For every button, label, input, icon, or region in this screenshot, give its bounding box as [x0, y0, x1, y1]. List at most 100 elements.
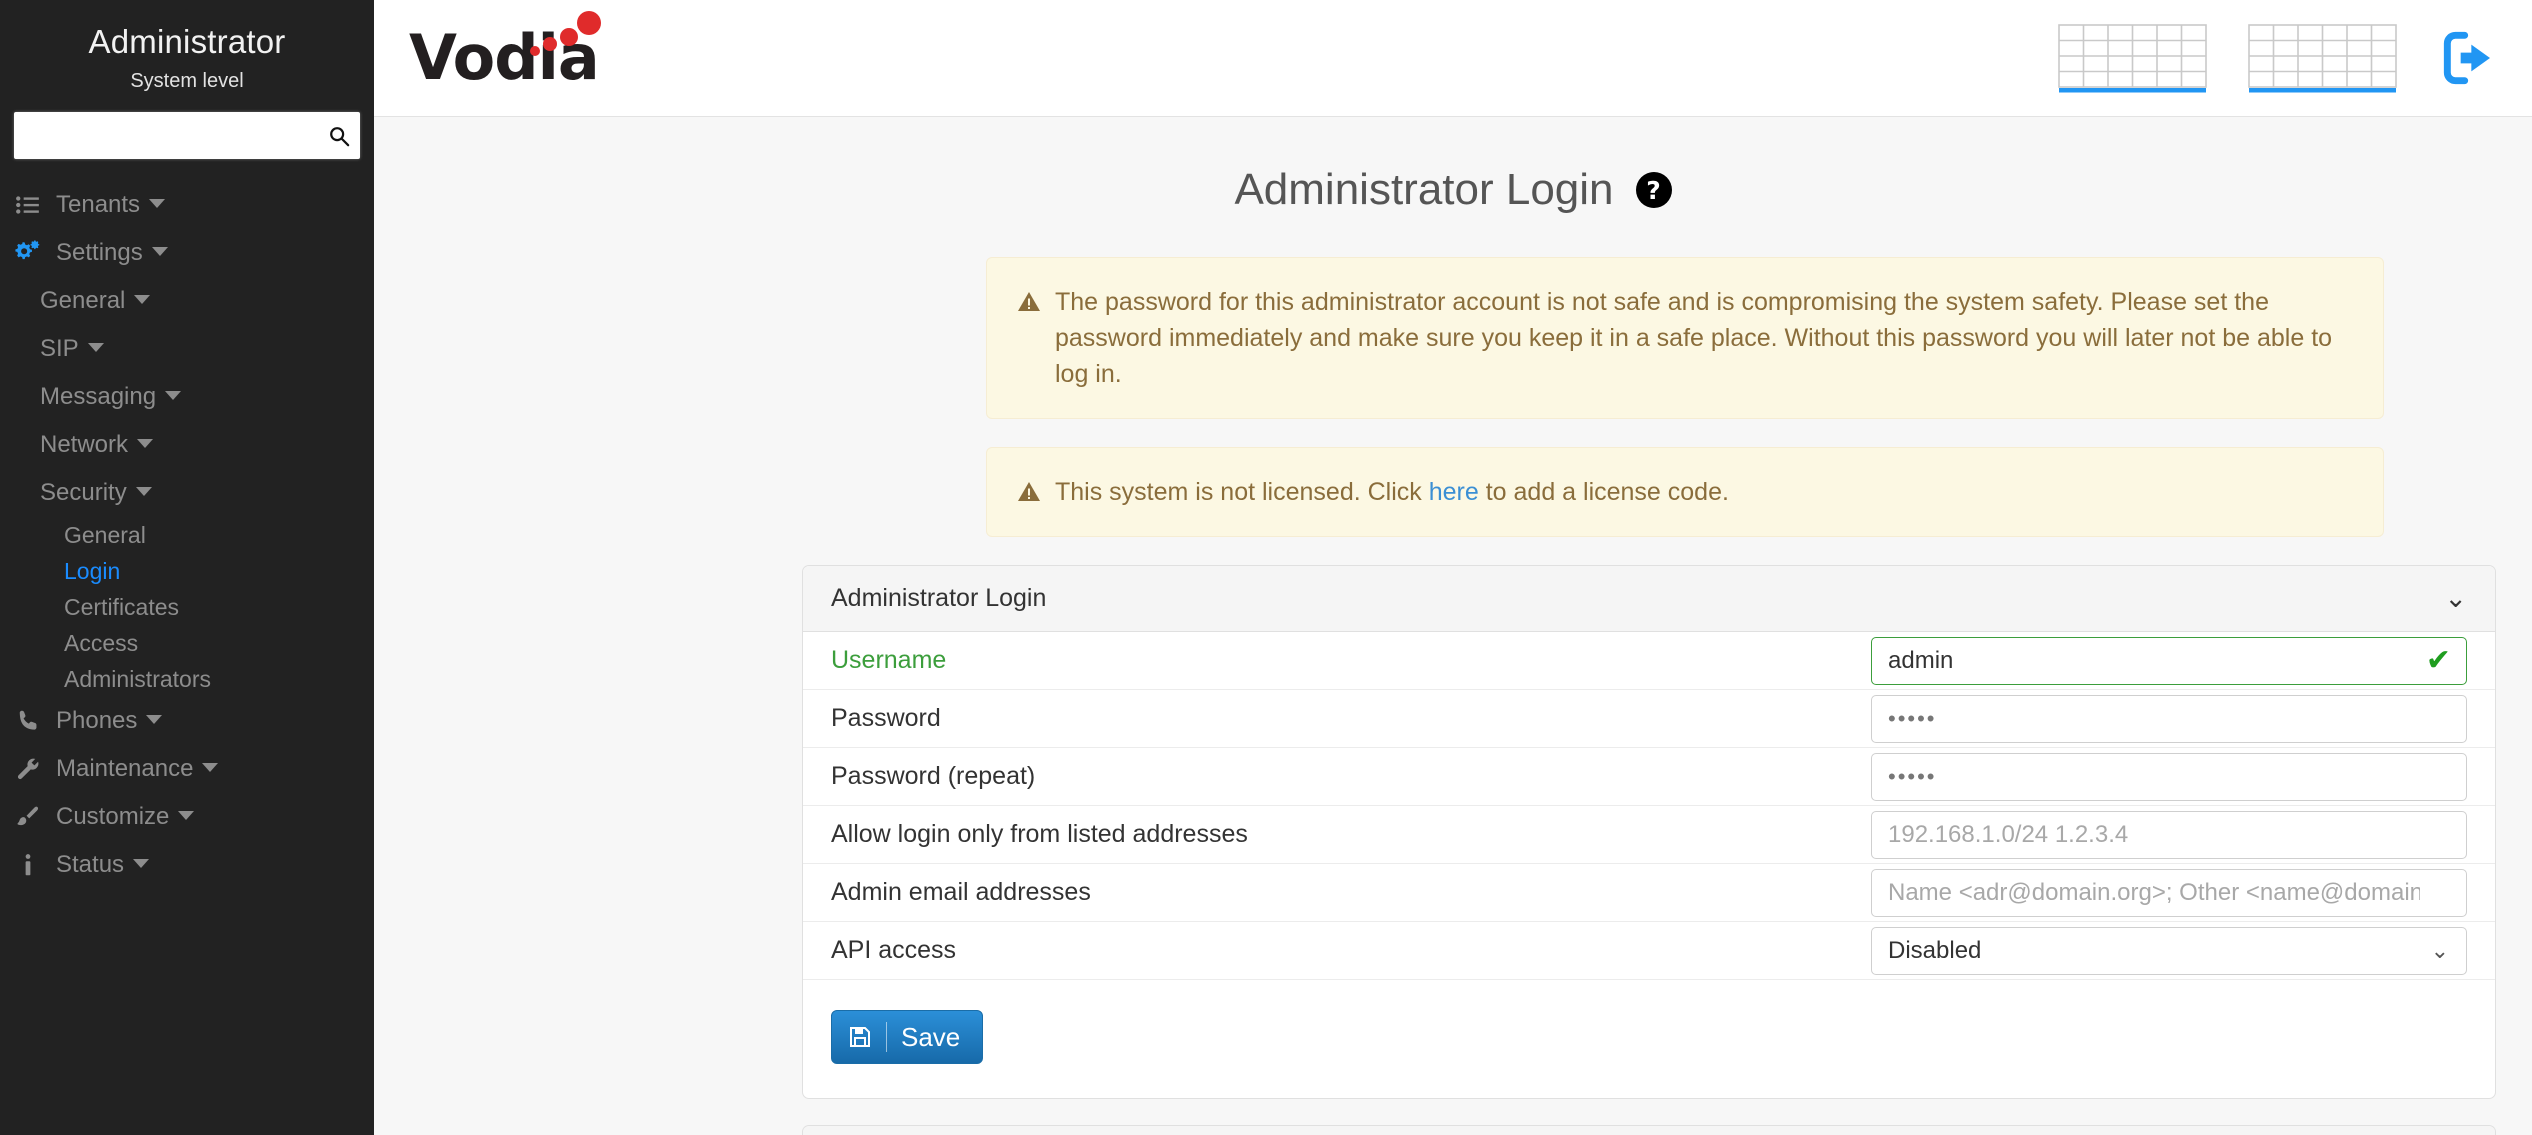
search-input[interactable]: [14, 112, 360, 159]
row-label: Password: [831, 704, 1871, 733]
sidebar-item-label: Customize: [56, 803, 169, 831]
license-link[interactable]: here: [1429, 478, 1479, 506]
row-label: Allow login only from listed addresses: [831, 820, 1871, 849]
password-warning-text: The password for this administrator acco…: [1055, 284, 2353, 392]
panel-header[interactable]: Administrator Login ⌄: [803, 566, 2495, 632]
sidebar-item-access[interactable]: Access: [0, 625, 374, 661]
admin-email-addresses-input[interactable]: [1871, 869, 2467, 917]
password-input[interactable]: [1871, 695, 2467, 743]
chevron-down-icon[interactable]: [149, 199, 165, 208]
info-icon: [0, 852, 56, 878]
sidebar-item-general[interactable]: General: [0, 517, 374, 553]
row-label: API access: [831, 936, 1871, 965]
sidebar-item-label: Network: [40, 431, 128, 459]
save-divider: [886, 1022, 887, 1052]
sidebar-title: Administrator: [0, 22, 374, 62]
sidebar-search[interactable]: [14, 112, 360, 159]
chevron-down-icon[interactable]: [137, 439, 153, 448]
table-row: API accessDisabled⌄: [803, 922, 2495, 980]
save-disk-icon: [848, 1025, 872, 1049]
valid-check-icon: ✔: [2426, 646, 2451, 676]
chevron-down-icon[interactable]: [178, 811, 194, 820]
password-repeat-input[interactable]: [1871, 753, 2467, 801]
table-grid-icon-2[interactable]: [2248, 19, 2398, 97]
admin-login-panel: Administrator Login ⌄ Username ✔ Password P…: [802, 565, 2496, 1099]
license-warning-alert: This system is not licensed. Click here …: [986, 447, 2384, 537]
chevron-down-icon[interactable]: [88, 343, 104, 352]
sidebar-item-messaging[interactable]: Messaging: [0, 373, 374, 421]
chevron-down-icon[interactable]: ⌄: [2444, 585, 2467, 612]
row-field: [1871, 753, 2467, 801]
save-button[interactable]: Save: [831, 1010, 983, 1064]
tokens-passkeys-panel: Used Tokens and Passkeys: [802, 1125, 2496, 1135]
sidebar-item-label: Administrators: [64, 666, 211, 693]
help-icon[interactable]: ?: [1636, 172, 1672, 208]
row-label: Admin email addresses: [831, 878, 1871, 907]
sidebar-item-network[interactable]: Network: [0, 421, 374, 469]
sidebar-item-label: Certificates: [64, 594, 179, 621]
api-access-select[interactable]: Disabled: [1871, 927, 2467, 975]
table-grid-icon-1[interactable]: [2058, 19, 2208, 97]
table-row: Admin email addresses: [803, 864, 2495, 922]
sidebar-item-label: Access: [64, 630, 138, 657]
brush-icon: [0, 804, 56, 830]
sidebar-item-phones[interactable]: Phones: [0, 697, 374, 745]
sidebar-item-general[interactable]: General: [0, 277, 374, 325]
topbar: Vodia: [374, 0, 2532, 117]
sidebar-item-security[interactable]: Security: [0, 469, 374, 517]
sidebar-item-customize[interactable]: Customize: [0, 793, 374, 841]
logo-dots-icon: [525, 11, 605, 61]
sidebar-item-certificates[interactable]: Certificates: [0, 589, 374, 625]
list-icon: [0, 192, 56, 218]
phone-icon: [0, 708, 56, 734]
sidebar-item-administrators[interactable]: Administrators: [0, 661, 374, 697]
sidebar-item-tenants[interactable]: Tenants: [0, 181, 374, 229]
username-input[interactable]: [1871, 637, 2467, 685]
app-root: Administrator System level Tenants Settin…: [0, 0, 2532, 1135]
sidebar-item-label: Tenants: [56, 191, 140, 219]
chevron-down-icon[interactable]: [133, 859, 149, 868]
table-row: Password: [803, 690, 2495, 748]
sidebar-item-maintenance[interactable]: Maintenance: [0, 745, 374, 793]
sidebar-item-settings[interactable]: Settings: [0, 229, 374, 277]
page-content: Administrator Login ? The password for t…: [374, 117, 2532, 1135]
license-text-after: to add a license code.: [1479, 478, 1729, 506]
license-warning-text: This system is not licensed. Click here …: [1055, 474, 1729, 510]
save-button-label: Save: [901, 1022, 960, 1053]
chevron-down-icon[interactable]: [136, 487, 152, 496]
chevron-down-icon[interactable]: [202, 763, 218, 772]
tokens-panel-header[interactable]: Used Tokens and Passkeys: [803, 1126, 2495, 1135]
sidebar-item-label: Status: [56, 851, 124, 879]
table-row: Username ✔: [803, 632, 2495, 690]
sidebar-item-label: Maintenance: [56, 755, 193, 783]
sidebar-item-label: Settings: [56, 239, 143, 267]
sidebar-item-label: SIP: [40, 335, 79, 363]
chevron-down-icon[interactable]: [165, 391, 181, 400]
allow-login-only-from-listed-addresses-input[interactable]: [1871, 811, 2467, 859]
sidebar-subtitle: System level: [0, 68, 374, 94]
chevron-down-icon[interactable]: [134, 295, 150, 304]
chevron-down-icon[interactable]: [152, 247, 168, 256]
logout-icon[interactable]: [2438, 26, 2502, 90]
sidebar-item-login[interactable]: Login: [0, 553, 374, 589]
chevron-down-icon[interactable]: [146, 715, 162, 724]
sidebar-item-label: General: [40, 287, 125, 315]
sidebar-item-label: Login: [64, 558, 120, 585]
row-field: [1871, 695, 2467, 743]
topbar-icons: [2058, 19, 2502, 97]
panel-actions: Save: [803, 980, 2495, 1098]
page-title-text: Administrator Login: [1234, 165, 1613, 215]
gears-icon: [0, 239, 56, 267]
row-field: [1871, 869, 2467, 917]
sidebar-item-status[interactable]: Status: [0, 841, 374, 889]
search-icon: [328, 125, 350, 147]
sidebar-item-sip[interactable]: SIP: [0, 325, 374, 373]
table-row: Password (repeat): [803, 748, 2495, 806]
row-field: [1871, 811, 2467, 859]
sidebar-item-label: Messaging: [40, 383, 156, 411]
sidebar-item-label: General: [64, 522, 146, 549]
row-label: Username: [831, 646, 1871, 675]
form-rows: Username ✔ Password Password (repeat) Allow …: [803, 632, 2495, 980]
password-warning-alert: The password for this administrator acco…: [986, 257, 2384, 419]
row-field: ✔: [1871, 637, 2467, 685]
